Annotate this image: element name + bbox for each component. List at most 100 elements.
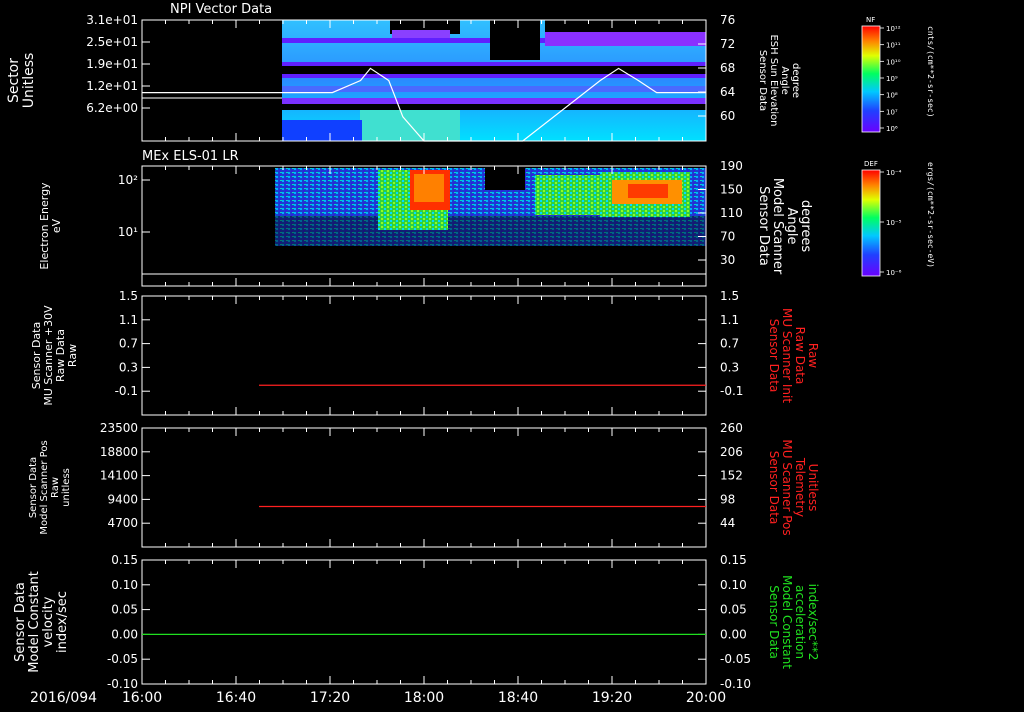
time-tick-label: 18:00 — [404, 690, 444, 706]
y-right-tick-label: 0.15 — [720, 553, 747, 567]
y-tick-label: 2.5e+01 — [86, 35, 138, 49]
colorbar-tick-label: 10⁷ — [886, 108, 898, 116]
y-right-tick-label: 72 — [720, 37, 735, 51]
y-tick-label: 18800 — [100, 445, 138, 459]
npi-panel: NPI Vector Data 3.1e+01 2.5e+01 1.9e+01 1.2… — [6, 2, 801, 142]
y-right-tick-label: 260 — [720, 421, 743, 435]
time-axis-labels: 16:00 16:40 17:20 18:00 18:40 19:20 20:00 — [122, 690, 726, 706]
mu-scanner-raw-y-label-right: Sensor Data MU Scanner Init Raw Data Raw — [767, 308, 820, 403]
scanner-pos-panel: 23500 18800 14100 9400 4700 260 206 152 98 44 Se… — [28, 421, 820, 548]
y-axis-right-label-line: Sensor Data — [767, 451, 781, 525]
date-label: 2016/094 — [30, 690, 97, 706]
y-axis-label-line: Sensor Data — [28, 457, 39, 518]
y-axis-label-line: Sector — [6, 58, 22, 103]
colorbar-tick-label: 10⁻⁶ — [886, 269, 902, 277]
y-tick-label: 0.10 — [111, 578, 138, 592]
y-axis-label-line: Sensor Data — [13, 582, 28, 662]
y-tick-label: 0.05 — [111, 603, 138, 617]
mu-scanner-raw-panel: 1.5 1.1 0.7 0.3 -0.1 1.5 1.1 0.7 0.3 -0.1 Sensor… — [30, 289, 820, 416]
y-right-tick-label: 76 — [720, 13, 735, 27]
y-right-tick-label: 68 — [720, 61, 735, 75]
model-constant-frame — [141, 559, 707, 685]
npi-colorbar: NF 10¹² 10¹¹ 10¹⁰ 10⁹ 10⁸ 10⁷ 10⁶ cnts/(cm**2-… — [861, 16, 935, 133]
y-right-tick-label: 98 — [720, 492, 735, 506]
npi-colorbar-units: cnts/(cm**2-sr-sec) — [926, 26, 935, 118]
model-constant-y-axis: 0.15 0.10 0.05 0.00 -0.05 -0.10 — [107, 553, 150, 691]
figure-canvas: NPI Vector Data 3.1e+01 2.5e+01 1.9e+01 1.2… — [6, 2, 935, 706]
y-axis-right-label-line: Angle — [779, 66, 790, 94]
colorbar-tick-label: 10⁶ — [886, 125, 898, 133]
npi-y-label: Sector Unitless — [6, 53, 37, 109]
y-tick-label: 0.00 — [111, 627, 138, 641]
npi-y-label-right: Sensor Data ESH Sun Elevation Angle degree — [757, 34, 801, 126]
npi-spectrogram — [282, 20, 706, 141]
scanner-pos-y-label: Sensor Data Model Scanner Pos Raw unitless — [28, 440, 72, 534]
y-right-tick-label: 190 — [720, 159, 743, 173]
y-axis-right-label-line: MU Scanner Init — [780, 308, 794, 403]
els-colorbar-units: ergs/(cm**2-sr-sec-eV) — [926, 162, 935, 268]
y-axis-right-label-line: index/sec**2 — [806, 584, 820, 661]
stacked-plot-figure: NPI Vector Data 3.1e+01 2.5e+01 1.9e+01 1.2… — [0, 0, 1024, 708]
y-tick-label: 1.1 — [119, 313, 138, 327]
y-axis-right-label-line: Raw Data — [793, 327, 807, 385]
els-panel: MEx ELS-01 LR 10² 10¹ 190 150 110 70 30 Elect… — [38, 149, 813, 287]
y-axis-right-label-line: MU Scanner Pos — [780, 439, 794, 535]
y-tick-label: 23500 — [100, 421, 138, 435]
npi-colorbar-ticks: 10¹² 10¹¹ 10¹⁰ 10⁹ 10⁸ 10⁷ 10⁶ — [880, 25, 901, 133]
y-axis-right-label-line: degrees — [798, 200, 813, 253]
npi-y-axis: 3.1e+01 2.5e+01 1.9e+01 1.2e+01 6.2e+00 — [86, 13, 150, 115]
y-tick-label: 14100 — [100, 469, 138, 483]
els-y-label-right: Sensor Data Model Scanner Angle degrees — [756, 178, 813, 275]
y-axis-label-line: Raw — [66, 344, 79, 367]
y-tick-label: 0.7 — [119, 337, 138, 351]
y-axis-label-line: eV — [50, 218, 63, 233]
y-tick-label: -0.10 — [107, 677, 138, 691]
y-right-tick-label: 44 — [720, 516, 735, 530]
colorbar-tick-label: 10¹² — [886, 25, 901, 33]
els-y-axis: 10² 10¹ — [118, 173, 150, 239]
time-tick-label: 16:00 — [122, 690, 162, 706]
npi-colorbar-label: NF — [866, 16, 875, 24]
els-colorbar-label: DEF — [864, 160, 878, 168]
colorbar-tick-label: 10⁸ — [886, 92, 898, 100]
y-axis-right-label-line: Sensor Data — [767, 319, 781, 393]
y-tick-label: 0.3 — [119, 360, 138, 374]
y-axis-label-line: Model Scanner Pos — [39, 440, 50, 534]
y-right-tick-label: 150 — [720, 183, 743, 197]
y-axis-label-line: velocity — [41, 596, 56, 647]
els-colorbar: DEF 10⁻⁴ 10⁻⁵ 10⁻⁶ ergs/(cm**2-sr-sec-eV) — [861, 160, 935, 277]
y-right-tick-label: -0.1 — [720, 384, 743, 398]
model-constant-y-label: Sensor Data Model Constant velocity index/s… — [13, 571, 70, 673]
colorbar-tick-label: 10⁻⁵ — [886, 219, 902, 227]
time-tick-label: 18:40 — [498, 690, 538, 706]
model-constant-y-label-right: Sensor Data Model Constant acceleration ind… — [767, 575, 820, 669]
y-axis-right-label-line: degree — [790, 63, 801, 98]
y-right-tick-label: 0.00 — [720, 627, 747, 641]
y-axis-label-line: Model Constant — [27, 571, 42, 673]
y-tick-label: 3.1e+01 — [86, 13, 138, 27]
y-axis-right-label-line: Unitless — [806, 464, 820, 512]
npi-panel-title: NPI Vector Data — [170, 2, 272, 17]
scanner-pos-frame — [141, 427, 707, 548]
y-tick-label: 9400 — [107, 492, 138, 506]
mu-scanner-raw-y-axis-right: 1.5 1.1 0.7 0.3 -0.1 — [698, 289, 743, 398]
colorbar-tick-label: 10⁻⁴ — [886, 169, 902, 177]
time-axis: 2016/094 16:00 16:40 17:20 18:00 18:40 19:20 2… — [30, 690, 726, 706]
y-tick-label: 4700 — [107, 516, 138, 530]
y-right-tick-label: 30 — [720, 253, 735, 267]
y-tick-label: 1.2e+01 — [86, 79, 138, 93]
time-tick-label: 17:20 — [310, 690, 350, 706]
y-axis-right-label-line: Sensor Data — [767, 585, 781, 659]
y-right-tick-label: 0.3 — [720, 360, 739, 374]
y-axis-label-line: index/sec — [55, 591, 70, 653]
time-tick-label: 19:20 — [592, 690, 632, 706]
y-right-tick-label: 60 — [720, 109, 735, 123]
y-tick-label: 10¹ — [118, 225, 138, 239]
els-y-label: Electron Energy eV — [38, 182, 63, 270]
mu-scanner-raw-y-label: Sensor Data MU Scanner +30V Raw Data Raw — [30, 305, 79, 406]
y-axis-right-label-line: ESH Sun Elevation — [768, 34, 779, 126]
colorbar-tick-label: 10⁹ — [886, 75, 898, 83]
y-right-tick-label: -0.05 — [720, 652, 751, 666]
y-axis-right-label-line: Telemetry — [793, 457, 807, 517]
mu-scanner-raw-y-axis: 1.5 1.1 0.7 0.3 -0.1 — [115, 289, 150, 398]
